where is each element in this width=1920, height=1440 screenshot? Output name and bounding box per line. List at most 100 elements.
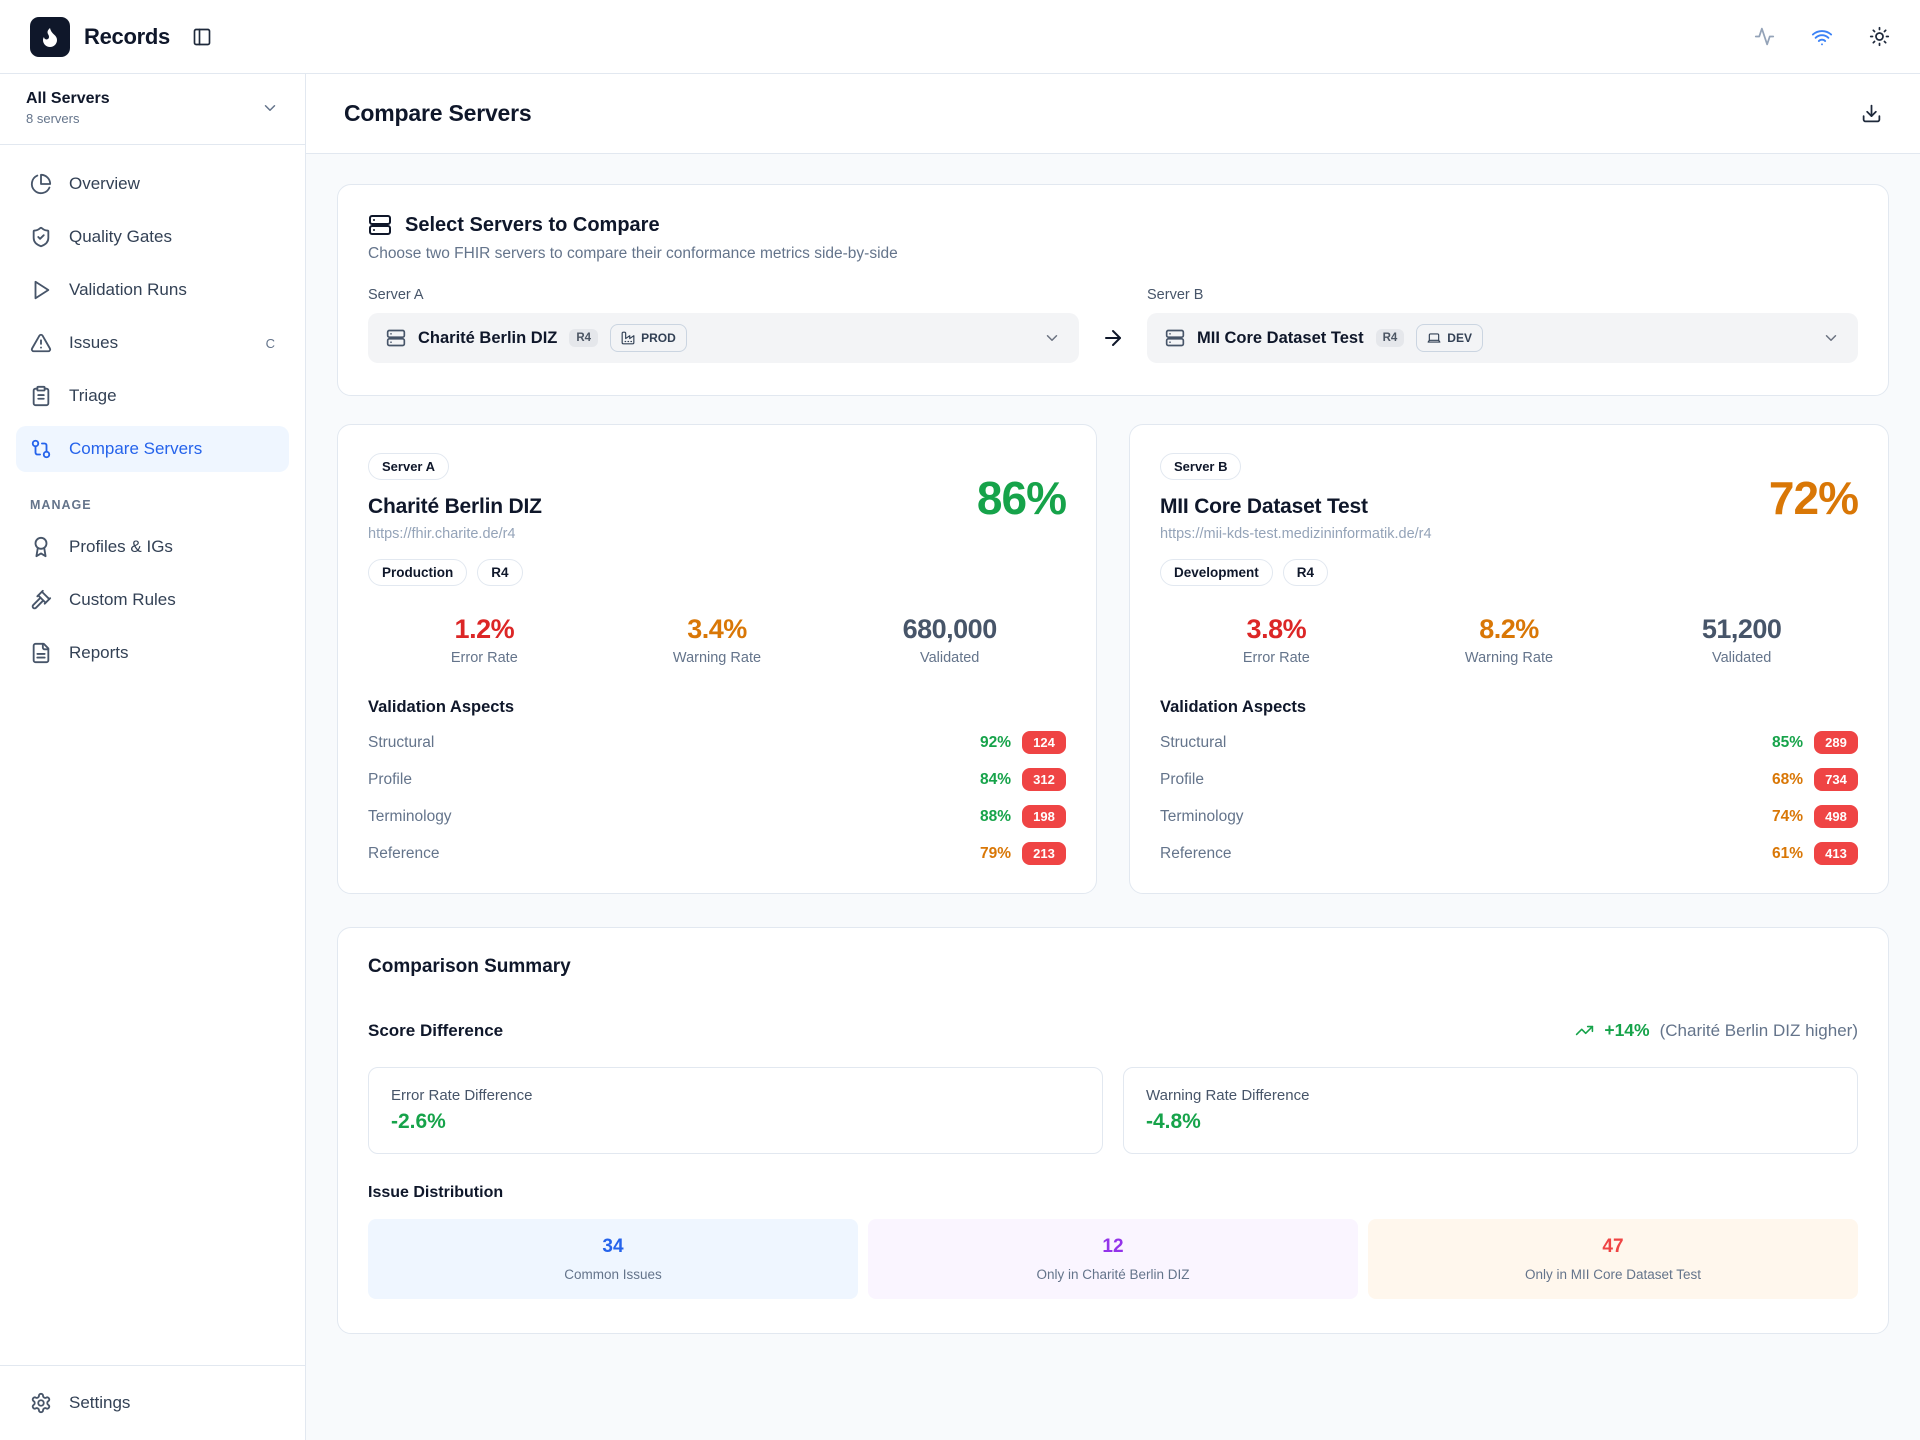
server-b-url: https://mii-kds-test.medizininformatik.d… xyxy=(1160,526,1432,542)
topbar-actions xyxy=(1754,26,1890,48)
comparison-summary-title: Comparison Summary xyxy=(368,956,1858,978)
server-b-version-badge: R4 xyxy=(1376,329,1405,347)
diff-box-label: Warning Rate Difference xyxy=(1146,1087,1835,1104)
server-a-env-label: PROD xyxy=(641,331,676,345)
issues-shortcut-badge: C xyxy=(266,336,275,351)
sidebar-item-label: Triage xyxy=(69,386,117,406)
server-a-name: Charité Berlin DIZ xyxy=(368,495,542,519)
aspect-percent: 79% xyxy=(969,845,1011,863)
server-b-error-rate: 3.8% Error Rate xyxy=(1160,614,1393,666)
sidebar-item-issues[interactable]: Issues C xyxy=(16,320,289,366)
pie-chart-icon xyxy=(30,173,52,195)
server-a-dropdown[interactable]: Charité Berlin DIZ R4 PROD xyxy=(368,313,1079,363)
server-cards-row: Server A Charité Berlin DIZ https://fhir… xyxy=(337,424,1889,894)
server-a-label: Server A xyxy=(368,287,1079,303)
sidebar-footer: Settings xyxy=(0,1365,305,1440)
aspect-row-terminology: Terminology 88%198 xyxy=(368,805,1066,828)
aspect-percent: 84% xyxy=(969,771,1011,789)
aspect-label: Profile xyxy=(368,771,412,789)
page-header: Compare Servers xyxy=(306,74,1920,154)
aspect-label: Reference xyxy=(368,845,440,863)
aspect-count-badge: 312 xyxy=(1022,768,1066,791)
server-b-score: 72% xyxy=(1769,475,1858,521)
server-b-validated: 51,200 Validated xyxy=(1625,614,1858,666)
metric-value: 51,200 xyxy=(1625,614,1858,645)
only-server-a-issues-box: 12 Only in Charité Berlin DIZ xyxy=(868,1219,1358,1299)
server-b-card: Server B MII Core Dataset Test https://m… xyxy=(1129,424,1889,894)
sidebar-item-validation-runs[interactable]: Validation Runs xyxy=(16,267,289,313)
aspect-label: Terminology xyxy=(368,808,452,826)
download-icon xyxy=(1861,103,1882,124)
server-scope-selector[interactable]: All Servers 8 servers xyxy=(0,74,305,145)
sidebar-item-reports[interactable]: Reports xyxy=(16,630,289,676)
server-scope-title: All Servers xyxy=(26,90,110,108)
page-content: Select Servers to Compare Choose two FHI… xyxy=(306,154,1920,1364)
aspect-percent: 68% xyxy=(1761,771,1803,789)
gavel-icon xyxy=(30,589,52,611)
aspect-count-badge: 198 xyxy=(1022,805,1066,828)
aspect-row-structural: Structural 85%289 xyxy=(1160,731,1858,754)
sidebar-item-overview[interactable]: Overview xyxy=(16,161,289,207)
sidebar-item-quality-gates[interactable]: Quality Gates xyxy=(16,214,289,260)
aspect-row-structural: Structural 92%124 xyxy=(368,731,1066,754)
compare-direction-indicator xyxy=(1091,313,1135,363)
sidebar-item-settings[interactable]: Settings xyxy=(16,1380,289,1426)
app-title: Records xyxy=(84,24,170,50)
export-download-button[interactable] xyxy=(1861,103,1882,124)
metric-value: 1.2% xyxy=(368,614,601,645)
metric-label: Validated xyxy=(1625,650,1858,666)
chevron-down-icon xyxy=(1043,329,1061,347)
common-issues-box: 34 Common Issues xyxy=(368,1219,858,1299)
issue-box-value: 47 xyxy=(1378,1236,1848,1258)
sidebar-item-label: Overview xyxy=(69,174,140,194)
aspect-label: Terminology xyxy=(1160,808,1244,826)
wifi-icon xyxy=(1811,26,1833,48)
sidebar-item-profiles-igs[interactable]: Profiles & IGs xyxy=(16,524,289,570)
server-b-name: MII Core Dataset Test xyxy=(1160,495,1432,519)
sidebar-item-label: Quality Gates xyxy=(69,227,172,247)
connection-status-button[interactable] xyxy=(1811,26,1833,48)
score-difference-note: (Charité Berlin DIZ higher) xyxy=(1660,1021,1858,1041)
issue-box-label: Common Issues xyxy=(378,1267,848,1282)
sidebar-item-custom-rules[interactable]: Custom Rules xyxy=(16,577,289,623)
metric-label: Error Rate xyxy=(1160,650,1393,666)
activity-status-button[interactable] xyxy=(1754,26,1775,47)
server-b-selected-name: MII Core Dataset Test xyxy=(1197,329,1364,348)
sidebar-item-compare-servers[interactable]: Compare Servers xyxy=(16,426,289,472)
sidebar-nav: Overview Quality Gates Validation Runs I… xyxy=(0,145,305,1365)
sidebar-item-label: Validation Runs xyxy=(69,280,187,300)
gear-icon xyxy=(30,1392,52,1414)
sidebar-item-label: Settings xyxy=(69,1393,130,1413)
sidebar-item-label: Custom Rules xyxy=(69,590,176,610)
trending-up-icon xyxy=(1575,1021,1594,1040)
aspect-row-profile: Profile 84% 312 xyxy=(368,768,1066,791)
aspect-percent: 85% xyxy=(1761,734,1803,752)
server-a-card: Server A Charité Berlin DIZ https://fhir… xyxy=(337,424,1097,894)
file-text-icon xyxy=(30,642,52,664)
activity-icon xyxy=(1754,26,1775,47)
server-b-version-tag: R4 xyxy=(1283,559,1328,586)
comparison-summary-card: Comparison Summary Score Difference +14%… xyxy=(337,927,1889,1334)
only-server-b-issues-box: 47 Only in MII Core Dataset Test xyxy=(1368,1219,1858,1299)
server-icon xyxy=(1165,328,1185,348)
sidebar-toggle-button[interactable] xyxy=(192,27,212,47)
award-icon xyxy=(30,536,52,558)
git-compare-icon xyxy=(30,438,52,460)
error-rate-difference-box: Error Rate Difference -2.6% xyxy=(368,1067,1103,1154)
theme-toggle-button[interactable] xyxy=(1869,26,1890,47)
aspect-row-terminology: Terminology 74%498 xyxy=(1160,805,1858,828)
sun-icon xyxy=(1869,26,1890,47)
sidebar: All Servers 8 servers Overview Quality G… xyxy=(0,74,306,1440)
diff-box-value: -4.8% xyxy=(1146,1110,1835,1134)
factory-icon xyxy=(621,331,635,345)
sidebar-section-manage: MANAGE xyxy=(30,498,275,512)
issue-box-value: 12 xyxy=(878,1236,1348,1258)
sidebar-item-triage[interactable]: Triage xyxy=(16,373,289,419)
aspect-label: Structural xyxy=(368,734,434,752)
sidebar-item-label: Issues xyxy=(69,333,118,353)
server-b-env-badge: DEV xyxy=(1416,324,1483,352)
server-b-dropdown[interactable]: MII Core Dataset Test R4 DEV xyxy=(1147,313,1858,363)
main-area: Compare Servers Select Servers to Compar… xyxy=(306,74,1920,1440)
top-bar: Records xyxy=(0,0,1920,74)
server-icon xyxy=(368,213,392,237)
